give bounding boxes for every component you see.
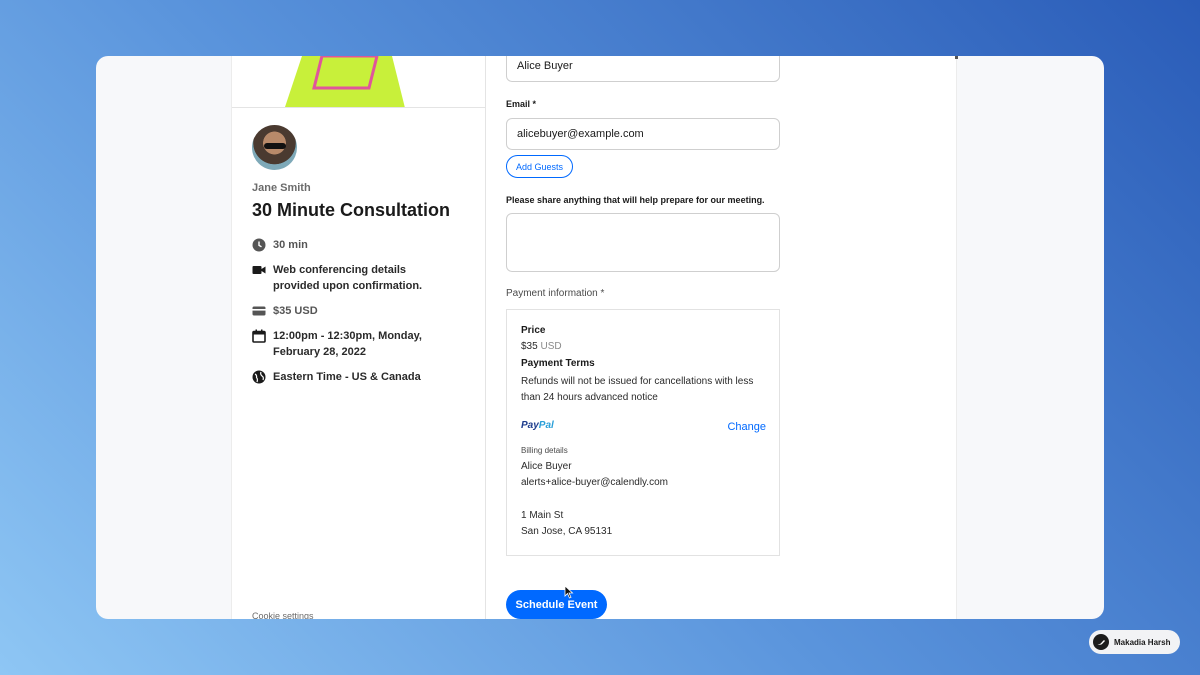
billing-address-line2: San Jose, CA 95131 <box>521 526 613 537</box>
duration-row: 30 min <box>252 237 477 253</box>
price-text: $35 USD <box>273 305 318 317</box>
payment-info-box: Price $35 USD Payment Terms Refunds will… <box>506 309 780 556</box>
author-badge: Makadia Harsh <box>1089 630 1180 654</box>
location-text: Web conferencing details provided upon c… <box>273 264 423 292</box>
payment-label: Payment information * <box>506 288 605 299</box>
price-row: $35 USD <box>252 303 477 319</box>
timezone-text: Eastern Time - US & Canada <box>273 371 421 383</box>
price-amount: $35 USD <box>521 341 562 352</box>
globe-icon <box>252 370 266 384</box>
datetime-text: 12:00pm - 12:30pm, Monday, February 28, … <box>273 330 422 358</box>
author-avatar-icon <box>1093 634 1109 650</box>
price-heading: Price <box>521 325 546 336</box>
booking-page: Jane Smith 30 Minute Consultation 30 min… <box>231 56 957 619</box>
author-name: Makadia Harsh <box>1114 637 1171 647</box>
brand-logo <box>285 56 405 107</box>
clock-icon <box>252 238 266 252</box>
notes-textarea[interactable] <box>506 213 780 272</box>
payment-terms-text: Refunds will not be issued for cancellat… <box>521 376 754 403</box>
video-camera-icon <box>252 266 266 274</box>
paypal-logo-pal: Pal <box>538 420 554 431</box>
email-label: Email * <box>506 99 537 109</box>
billing-address-line1: 1 Main St <box>521 510 564 521</box>
host-name: Jane Smith <box>252 182 311 194</box>
logo-area <box>232 56 485 108</box>
price-currency: USD <box>540 341 562 352</box>
payment-terms-heading: Payment Terms <box>521 358 595 369</box>
cookie-settings-link[interactable]: Cookie settings <box>252 611 314 619</box>
event-details-panel: Jane Smith 30 Minute Consultation 30 min… <box>232 56 486 619</box>
notes-label: Please share anything that will help pre… <box>506 195 765 205</box>
add-guests-button[interactable]: Add Guests <box>506 155 574 178</box>
credit-card-icon <box>252 306 266 316</box>
datetime-row: 12:00pm - 12:30pm, Monday, February 28, … <box>252 328 472 360</box>
timezone-row: Eastern Time - US & Canada <box>252 369 477 385</box>
email-input[interactable] <box>506 118 780 150</box>
name-input[interactable] <box>506 56 780 82</box>
page-edge-mark <box>955 56 958 59</box>
price-amount-value: $35 <box>521 341 538 352</box>
schedule-event-button[interactable]: Schedule Event <box>506 590 607 619</box>
billing-email: alerts+alice-buyer@calendly.com <box>521 477 668 488</box>
bird-icon <box>1097 640 1105 645</box>
event-title: 30 Minute Consultation <box>252 200 450 220</box>
paypal-logo-pay: Pay <box>521 420 539 431</box>
mouse-pointer-icon <box>564 585 574 599</box>
billing-heading: Billing details <box>521 446 568 455</box>
paypal-logo: PayPal <box>521 420 554 431</box>
duration-text: 30 min <box>273 239 308 251</box>
screenshot-card: Jane Smith 30 Minute Consultation 30 min… <box>96 56 1104 619</box>
calendar-icon <box>252 329 266 343</box>
billing-name: Alice Buyer <box>521 461 572 472</box>
avatar <box>252 125 297 170</box>
location-row: Web conferencing details provided upon c… <box>252 262 452 294</box>
change-payment-link[interactable]: Change <box>727 421 766 433</box>
